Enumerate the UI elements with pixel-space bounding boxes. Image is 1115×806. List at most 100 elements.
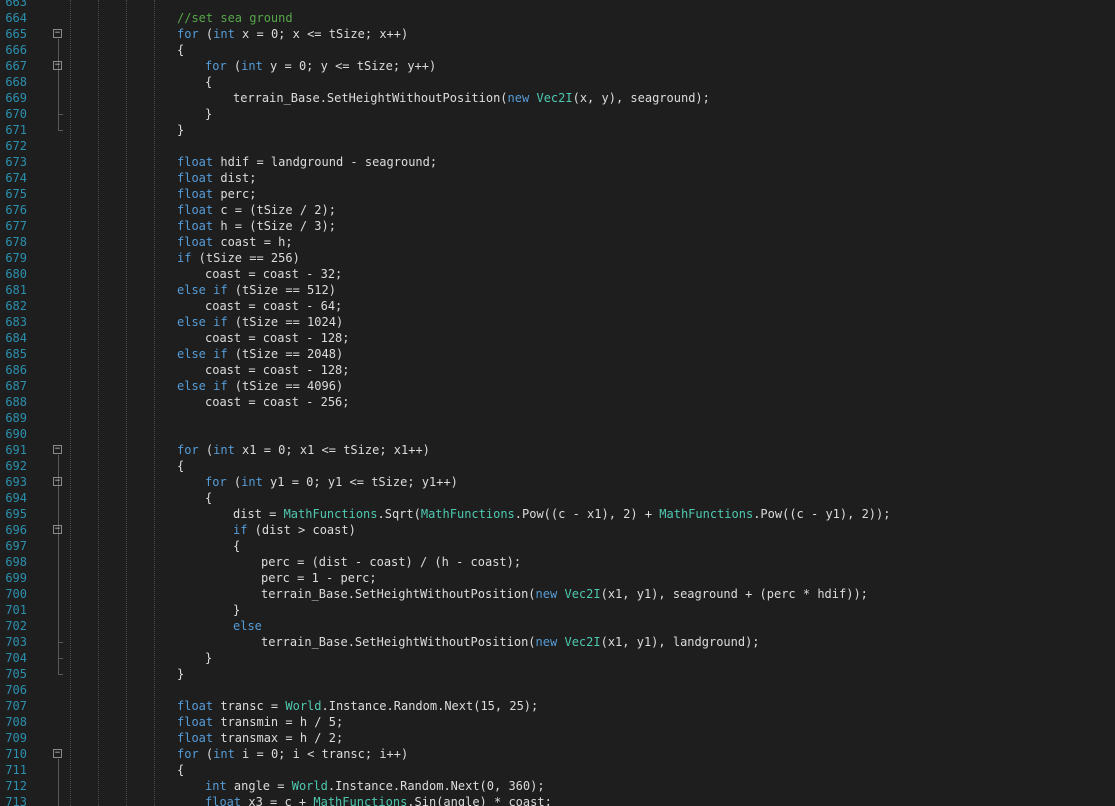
line-number: 704	[5, 651, 27, 665]
code-line[interactable]: 670}	[0, 106, 1115, 122]
code-token-plain: perc = 1 - perc;	[261, 571, 377, 585]
code-line[interactable]: 694 {	[0, 490, 1115, 506]
code-line[interactable]: 708 float transmin = h / 5;	[0, 714, 1115, 730]
line-number: 671	[5, 123, 27, 137]
code-token-plain: (tSize == 1024)	[227, 315, 344, 329]
line-number: 678	[5, 235, 27, 249]
code-text: float transmin = h / 5;	[177, 714, 343, 730]
fold-collapse-icon[interactable]: −	[53, 445, 62, 454]
code-line[interactable]: 712 int angle = World.Instance.Random.Nex…	[0, 778, 1115, 794]
code-text: float transmax = h / 2;	[177, 730, 343, 746]
code-line[interactable]: 701}	[0, 602, 1115, 618]
code-text: float perc;	[177, 186, 256, 202]
line-number: 676	[5, 203, 27, 217]
fold-collapse-icon[interactable]: −	[53, 61, 62, 70]
line-number: 692	[5, 459, 27, 473]
code-text: for (int x = 0; x <= tSize; x++)	[177, 26, 408, 42]
code-token-plain: x3 = c +	[241, 795, 314, 806]
code-line[interactable]: 674 float dist;	[0, 170, 1115, 186]
code-token-keyword: for	[177, 27, 199, 41]
code-line[interactable]: 683 else if (tSize == 1024)	[0, 314, 1115, 330]
code-line[interactable]: 704}	[0, 650, 1115, 666]
fold-collapse-icon[interactable]: −	[53, 749, 62, 758]
code-text: for (int i = 0; i < transc; i++)	[177, 746, 408, 762]
code-line[interactable]: 692 {	[0, 458, 1115, 474]
code-token-plain: (x1, y1), landground);	[600, 635, 760, 649]
code-line[interactable]: 673 float hdif = landground - seaground;	[0, 154, 1115, 170]
code-line[interactable]: 687 else if (tSize == 4096)	[0, 378, 1115, 394]
code-token-plain: (tSize == 256)	[191, 251, 300, 265]
code-token-plain: {	[233, 539, 241, 553]
code-token-type: Vec2I	[564, 635, 601, 649]
line-number: 688	[5, 395, 27, 409]
code-line[interactable]: 688 coast = coast - 256;	[0, 394, 1115, 410]
line-number: 703	[5, 635, 27, 649]
code-token-type: Vec2I	[536, 91, 573, 105]
code-line[interactable]: 702 else	[0, 618, 1115, 634]
code-line[interactable]: 671}	[0, 122, 1115, 138]
code-line[interactable]: 678 float coast = h;	[0, 234, 1115, 250]
code-text: terrain_Base.SetHeightWithoutPosition(ne…	[233, 90, 710, 106]
code-token-plain: terrain_Base.SetHeightWithoutPosition(	[261, 635, 536, 649]
code-line[interactable]: 668 {	[0, 74, 1115, 90]
code-text: for (int x1 = 0; x1 <= tSize; x1++)	[177, 442, 430, 458]
code-line[interactable]: 713 float x3 = c + MathFunctions.Sin(angl…	[0, 794, 1115, 806]
code-line[interactable]: 667 − for (int y = 0; y <= tSize; y++)	[0, 58, 1115, 74]
code-line[interactable]: 711 {	[0, 762, 1115, 778]
code-text: else if (tSize == 512)	[177, 282, 336, 298]
code-line[interactable]: 666 {	[0, 42, 1115, 58]
code-token-plain: (x, y), seaground);	[572, 91, 710, 105]
code-line[interactable]: 676 float c = (tSize / 2);	[0, 202, 1115, 218]
code-line[interactable]: 703 terrain_Base.SetHeightWithoutPosition…	[0, 634, 1115, 650]
code-text: //set sea ground	[177, 10, 293, 26]
code-line[interactable]: 672	[0, 138, 1115, 154]
code-token-plain: coast = coast - 128;	[205, 363, 350, 377]
code-token-plain: x = 0; x <= tSize; x++)	[234, 27, 409, 41]
fold-collapse-icon[interactable]: −	[53, 29, 62, 38]
code-line[interactable]: 709 float transmax = h / 2;	[0, 730, 1115, 746]
code-line[interactable]: 696 − if (dist > coast)	[0, 522, 1115, 538]
code-line[interactable]: 690	[0, 426, 1115, 442]
fold-collapse-icon[interactable]: −	[53, 477, 62, 486]
code-line[interactable]: 675 float perc;	[0, 186, 1115, 202]
code-line[interactable]: 695 dist = MathFunctions.Sqrt(MathFunctio…	[0, 506, 1115, 522]
code-line[interactable]: 700 terrain_Base.SetHeightWithoutPosition…	[0, 586, 1115, 602]
code-line[interactable]: 680 coast = coast - 32;	[0, 266, 1115, 282]
line-number: 666	[5, 43, 27, 57]
code-token-type: MathFunctions	[420, 507, 515, 521]
code-token-plain: coast = h;	[213, 235, 293, 249]
code-line[interactable]: 679 if (tSize == 256)	[0, 250, 1115, 266]
code-line[interactable]: 665 − for (int x = 0; x <= tSize; x++)	[0, 26, 1115, 42]
code-token-keyword: float	[205, 795, 242, 806]
code-line[interactable]: 677 float h = (tSize / 3);	[0, 218, 1115, 234]
code-line[interactable]: 693 − for (int y1 = 0; y1 <= tSize; y1++)	[0, 474, 1115, 490]
code-line[interactable]: 697 {	[0, 538, 1115, 554]
fold-collapse-icon[interactable]: −	[53, 525, 62, 534]
code-line[interactable]: 669 terrain_Base.SetHeightWithoutPosition…	[0, 90, 1115, 106]
code-line[interactable]: 686 coast = coast - 128;	[0, 362, 1115, 378]
code-line[interactable]: 691 − for (int x1 = 0; x1 <= tSize; x1++)	[0, 442, 1115, 458]
code-line[interactable]: 707 float transc = World.Instance.Random.…	[0, 698, 1115, 714]
code-line[interactable]: 663	[0, 0, 1115, 10]
code-token-plain: }	[177, 123, 185, 137]
code-token-plain: (	[226, 475, 242, 489]
code-line[interactable]: 699 perc = 1 - perc;	[0, 570, 1115, 586]
code-line[interactable]: 698 perc = (dist - coast) / (h - coast);	[0, 554, 1115, 570]
code-text: float hdif = landground - seaground;	[177, 154, 437, 170]
code-line[interactable]: 681 else if (tSize == 512)	[0, 282, 1115, 298]
code-line[interactable]: 682 coast = coast - 64;	[0, 298, 1115, 314]
code-token-plain: (	[198, 27, 214, 41]
code-line[interactable]: 705}	[0, 666, 1115, 682]
code-token-plain: (tSize == 512)	[227, 283, 336, 297]
code-editor[interactable]: 663 664//set sea ground 665− for (int x = 0…	[0, 0, 1115, 806]
code-token-plain: i = 0; i < transc; i++)	[234, 747, 409, 761]
code-line[interactable]: 689	[0, 410, 1115, 426]
code-line[interactable]: 684 coast = coast - 128;	[0, 330, 1115, 346]
code-token-keyword: new	[535, 635, 558, 649]
code-text: {	[205, 74, 212, 90]
code-text: }	[233, 602, 240, 618]
code-line[interactable]: 685 else if (tSize == 2048)	[0, 346, 1115, 362]
code-line[interactable]: 706	[0, 682, 1115, 698]
code-line[interactable]: 664 //set sea ground	[0, 10, 1115, 26]
code-line[interactable]: 710 − for (int i = 0; i < transc; i++)	[0, 746, 1115, 762]
